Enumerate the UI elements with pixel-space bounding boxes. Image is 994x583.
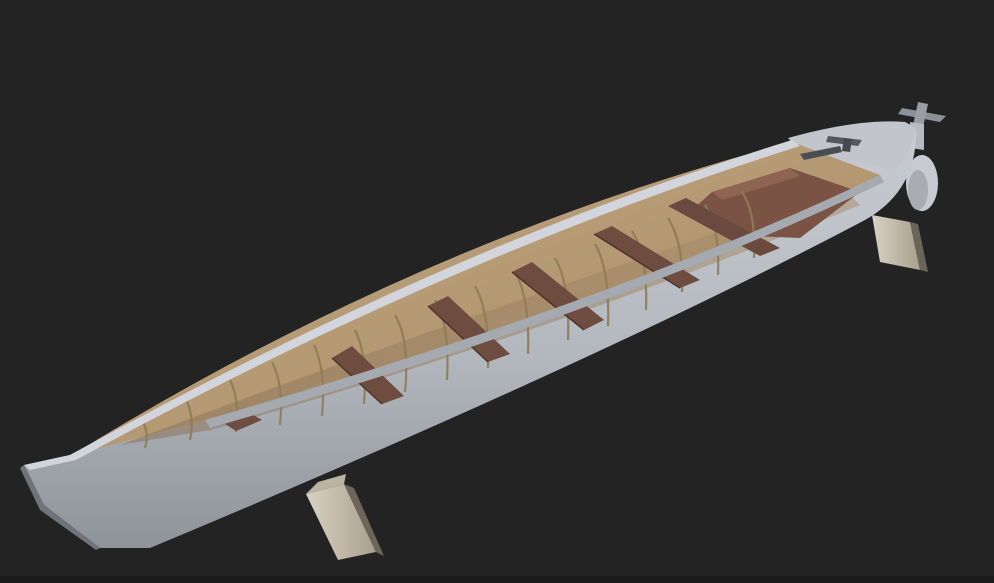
viewport-bottom-bar: [0, 576, 994, 583]
front-stand: [306, 474, 384, 560]
hull-interior: [72, 142, 880, 455]
3d-viewport[interactable]: [0, 0, 994, 583]
boat-model: [20, 102, 946, 560]
rear-stand: [872, 215, 928, 272]
